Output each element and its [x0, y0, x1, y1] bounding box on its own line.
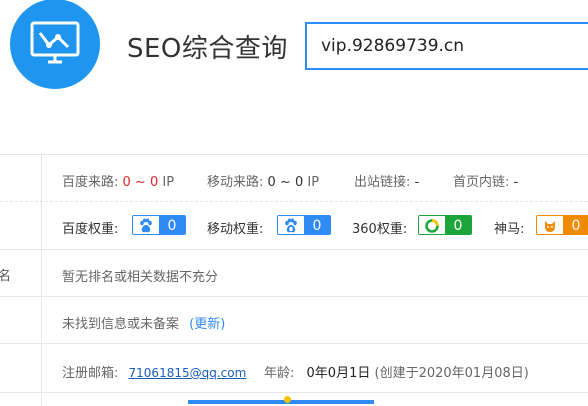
- icp-text-group: 未找到信息或未备案 (更新): [62, 313, 225, 332]
- registrant-email-link[interactable]: 71061815@qq.com: [129, 366, 247, 380]
- baidu-weight-badge[interactable]: 0: [132, 215, 186, 235]
- domain-age: 年龄: 0年0月1日 (创建于2020年01月08日): [264, 366, 529, 381]
- icp-content: 未找到信息或未备案 (更新): [62, 297, 588, 343]
- weights-content: 百度权重: 0 移动权重: 0 360权重: 0 神马: 0: [62, 202, 588, 249]
- baidu-mobile-paw-icon: [278, 216, 304, 234]
- row-label-cell: [0, 297, 42, 343]
- monitor-chart-icon: [30, 21, 80, 64]
- domain-created-date: (创建于2020年01月08日): [374, 366, 529, 381]
- homepage-internal-links: 首页内链: -: [453, 175, 519, 190]
- ranking-row: 名 暂无排名或相关数据不充分: [0, 249, 588, 296]
- mobile-traffic: 移动来路: 0 ~ 0 IP: [207, 175, 320, 190]
- seo-info-table: 百度来路: 0 ~ 0 IP 移动来路: 0 ~ 0 IP 出站链接: - 首页…: [0, 154, 588, 406]
- ranking-content: 暂无排名或相关数据不充分: [62, 250, 588, 296]
- ranking-text: 暂无排名或相关数据不充分: [62, 270, 219, 285]
- shenma-weight-badge[interactable]: 0: [536, 215, 588, 235]
- baidu-paw-icon: [133, 216, 159, 234]
- traffic-row: 百度来路: 0 ~ 0 IP 移动来路: 0 ~ 0 IP 出站链接: - 首页…: [0, 154, 588, 201]
- domain-age-value: 0年0月1日: [306, 366, 371, 381]
- registrant-email: 注册邮箱: 71061815@qq.com: [62, 366, 247, 381]
- shenma-weight-label: 神马:: [494, 222, 525, 237]
- so360-weight-label: 360权重:: [352, 222, 408, 237]
- mobile-weight-badge[interactable]: 0: [277, 215, 331, 235]
- so360-weight-badge[interactable]: 0: [418, 215, 472, 235]
- icp-update-link[interactable]: (更新): [189, 317, 225, 332]
- outbound-links: 出站链接: -: [354, 175, 420, 190]
- baidu-traffic-value[interactable]: 0 ~ 0: [123, 175, 159, 190]
- bottom-tab-indicator[interactable]: [188, 400, 374, 404]
- shenma-horse-icon: [537, 216, 563, 234]
- so360-ring-icon: [419, 216, 445, 234]
- whois-content: 注册邮箱: 71061815@qq.com 年龄: 0年0月1日 (创建于202…: [62, 344, 588, 392]
- weights-row: 百度权重: 0 移动权重: 0 360权重: 0 神马: 0: [0, 201, 588, 249]
- indicator-dot: [284, 396, 291, 403]
- row-label-cell: [0, 344, 42, 392]
- header: SEO综合查询: [0, 0, 588, 154]
- baidu-weight-label: 百度权重:: [62, 222, 119, 237]
- row-label-cell: [0, 202, 42, 249]
- logo[interactable]: [10, 0, 100, 89]
- traffic-content: 百度来路: 0 ~ 0 IP 移动来路: 0 ~ 0 IP 出站链接: - 首页…: [62, 155, 588, 201]
- row-label-cell: [0, 393, 42, 406]
- mobile-weight-label: 移动权重:: [207, 222, 264, 237]
- domain-search-input[interactable]: [305, 22, 588, 70]
- icp-text: 未找到信息或未备案: [62, 317, 180, 332]
- row-label-cell: [0, 155, 42, 201]
- ranking-side-label: 名: [0, 250, 42, 296]
- icp-row: 未找到信息或未备案 (更新): [0, 296, 588, 343]
- baidu-traffic: 百度来路: 0 ~ 0 IP: [62, 175, 175, 190]
- mobile-traffic-value: 0 ~ 0: [267, 175, 304, 190]
- page-title: SEO综合查询: [127, 34, 288, 64]
- whois-row: 注册邮箱: 71061815@qq.com 年龄: 0年0月1日 (创建于202…: [0, 343, 588, 392]
